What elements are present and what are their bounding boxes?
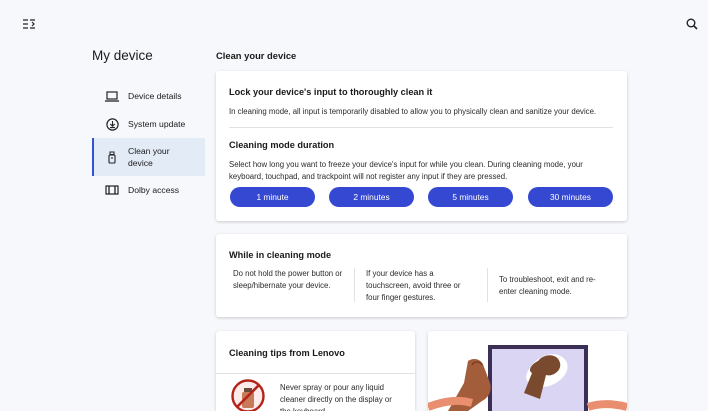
sidebar-nav: Device details System update Clean your …	[92, 82, 205, 204]
while-tip-touchscreen: If your device has a touchscreen, avoid …	[366, 269, 461, 303]
tip-text: Never spray or pour any liquid cleaner d…	[280, 383, 392, 411]
spray-bottle-icon	[105, 150, 119, 164]
download-circle-icon	[105, 117, 119, 131]
duration-2-minutes-button[interactable]: 2 minutes	[329, 187, 414, 207]
laptop-icon	[105, 89, 119, 103]
dolby-icon	[105, 183, 119, 197]
sidebar-item-label: Dolby access	[128, 185, 180, 195]
duration-description: Select how long you want to freeze your …	[229, 160, 583, 181]
sidebar-item-label: System update	[128, 119, 186, 129]
no-spray-icon	[230, 378, 266, 411]
sidebar-item-label: Device details	[128, 91, 182, 101]
duration-30-minutes-button[interactable]: 30 minutes	[528, 187, 613, 207]
cleaning-tips-card: Cleaning tips from Lenovo Never spray or…	[216, 331, 415, 411]
sidebar-item-clean-your-device[interactable]: Clean your device	[92, 138, 205, 176]
lock-input-card: Lock your device's input to thoroughly c…	[216, 71, 627, 221]
sidebar-item-device-details[interactable]: Device details	[92, 82, 205, 110]
lock-card-description: In cleaning mode, all input is temporari…	[229, 107, 597, 116]
sidebar-item-label: Clean your device	[128, 146, 170, 168]
divider	[354, 268, 355, 302]
tips-card-heading: Cleaning tips from Lenovo	[229, 348, 345, 358]
divider	[216, 373, 415, 374]
lock-card-heading: Lock your device's input to thoroughly c…	[229, 87, 433, 97]
while-cleaning-card: While in cleaning mode Do not hold the p…	[216, 234, 627, 317]
search-icon[interactable]	[681, 13, 703, 35]
cleaning-illustration-card	[428, 331, 627, 411]
top-bar	[0, 0, 708, 46]
while-tip-power: Do not hold the power button or sleep/hi…	[233, 269, 343, 291]
while-card-heading: While in cleaning mode	[229, 250, 332, 260]
section-title: Clean your device	[216, 50, 297, 61]
duration-5-minutes-button[interactable]: 5 minutes	[428, 187, 513, 207]
divider	[229, 127, 613, 128]
while-tip-troubleshoot: To troubleshoot, exit and re-enter clean…	[499, 275, 596, 297]
sidebar-item-system-update[interactable]: System update	[92, 110, 205, 138]
duration-1-minute-button[interactable]: 1 minute	[230, 187, 315, 207]
duration-heading: Cleaning mode duration	[229, 140, 335, 150]
page-title: My device	[92, 48, 153, 63]
divider	[487, 268, 488, 302]
menu-collapse-icon[interactable]	[18, 13, 40, 35]
laptop-cleaning-illustration	[428, 345, 627, 411]
sidebar-item-dolby-access[interactable]: Dolby access	[92, 176, 205, 204]
